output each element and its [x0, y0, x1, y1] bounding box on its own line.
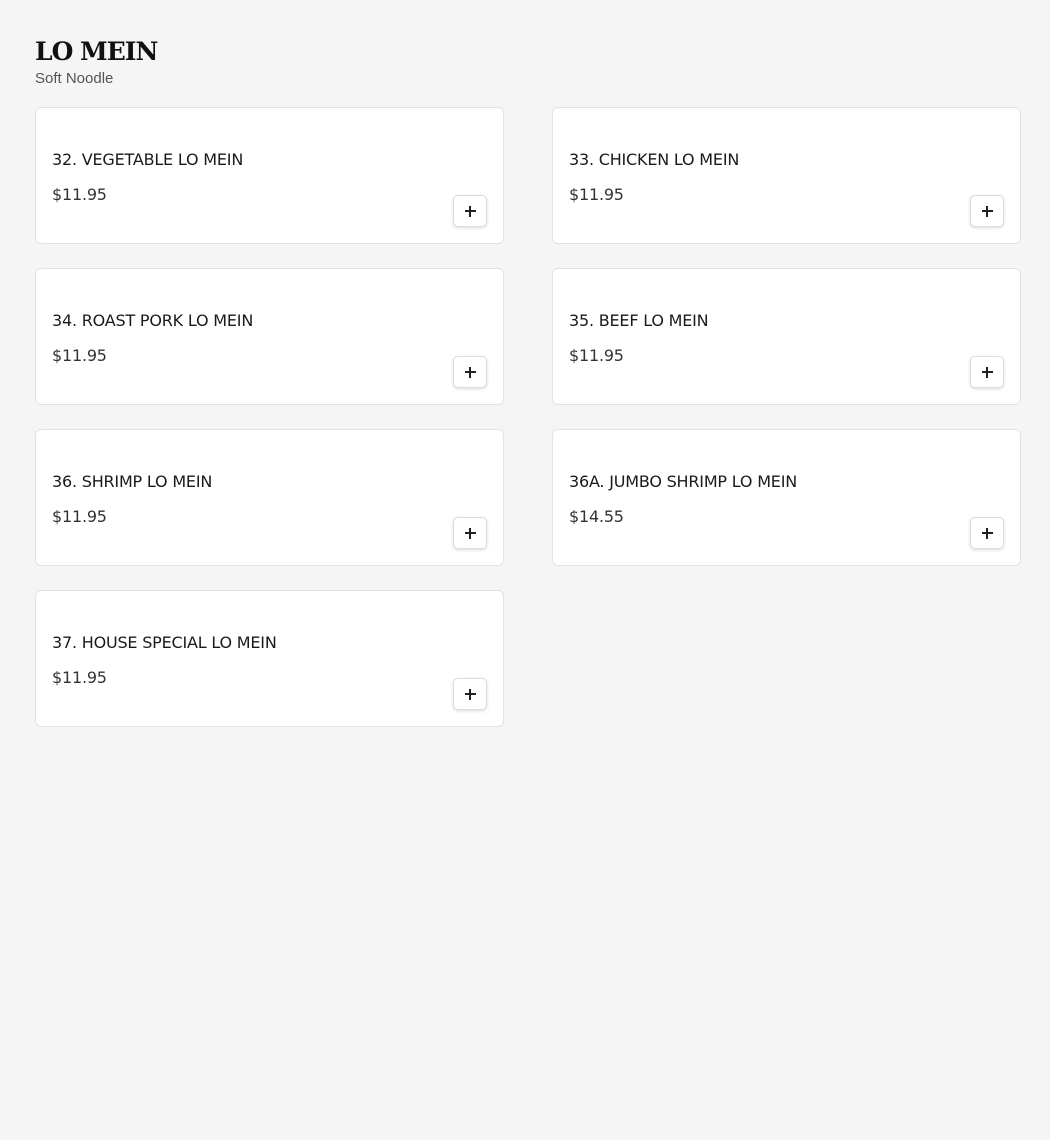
menu-item-name: 35. BEEF LO MEIN — [569, 311, 709, 330]
add-to-cart-button[interactable] — [453, 678, 487, 710]
menu-item-card[interactable]: 33. CHICKEN LO MEIN $11.95 — [552, 107, 1021, 244]
add-to-cart-button[interactable] — [970, 356, 1004, 388]
section-subtitle: Soft Noodle — [35, 70, 114, 87]
menu-item-card[interactable]: 32. VEGETABLE LO MEIN $11.95 — [35, 107, 504, 244]
menu-item-card[interactable]: 34. ROAST PORK LO MEIN $11.95 — [35, 268, 504, 405]
menu-item-name: 32. VEGETABLE LO MEIN — [52, 150, 244, 169]
plus-icon — [464, 688, 476, 700]
menu-item-name: 36. SHRIMP LO MEIN — [52, 472, 213, 491]
section-title: LO MEIN — [35, 37, 158, 66]
menu-item-price: $11.95 — [52, 668, 107, 687]
add-to-cart-button[interactable] — [453, 195, 487, 227]
add-to-cart-button[interactable] — [453, 517, 487, 549]
add-to-cart-button[interactable] — [453, 356, 487, 388]
plus-icon — [464, 366, 476, 378]
menu-item-price: $14.55 — [569, 507, 624, 526]
menu-item-price: $11.95 — [569, 185, 624, 204]
menu-item-card[interactable]: 37. HOUSE SPECIAL LO MEIN $11.95 — [35, 590, 504, 727]
menu-item-card[interactable]: 36A. JUMBO SHRIMP LO MEIN $14.55 — [552, 429, 1021, 566]
plus-icon — [981, 205, 993, 217]
menu-item-price: $11.95 — [569, 346, 624, 365]
section-header: LO MEIN Soft Noodle — [35, 36, 158, 88]
plus-icon — [464, 527, 476, 539]
add-to-cart-button[interactable] — [970, 517, 1004, 549]
menu-page: LO MEIN Soft Noodle 32. VEGETABLE LO MEI… — [0, 0, 1050, 1140]
menu-item-name: 36A. JUMBO SHRIMP LO MEIN — [569, 472, 797, 491]
menu-items-grid: 32. VEGETABLE LO MEIN $11.95 33. CHICKEN… — [35, 107, 1021, 727]
plus-icon — [464, 205, 476, 217]
menu-item-name: 33. CHICKEN LO MEIN — [569, 150, 740, 169]
menu-item-price: $11.95 — [52, 185, 107, 204]
menu-item-name: 34. ROAST PORK LO MEIN — [52, 311, 254, 330]
menu-item-price: $11.95 — [52, 507, 107, 526]
plus-icon — [981, 366, 993, 378]
menu-item-card[interactable]: 36. SHRIMP LO MEIN $11.95 — [35, 429, 504, 566]
menu-item-price: $11.95 — [52, 346, 107, 365]
menu-item-card[interactable]: 35. BEEF LO MEIN $11.95 — [552, 268, 1021, 405]
add-to-cart-button[interactable] — [970, 195, 1004, 227]
plus-icon — [981, 527, 993, 539]
menu-item-name: 37. HOUSE SPECIAL LO MEIN — [52, 633, 277, 652]
